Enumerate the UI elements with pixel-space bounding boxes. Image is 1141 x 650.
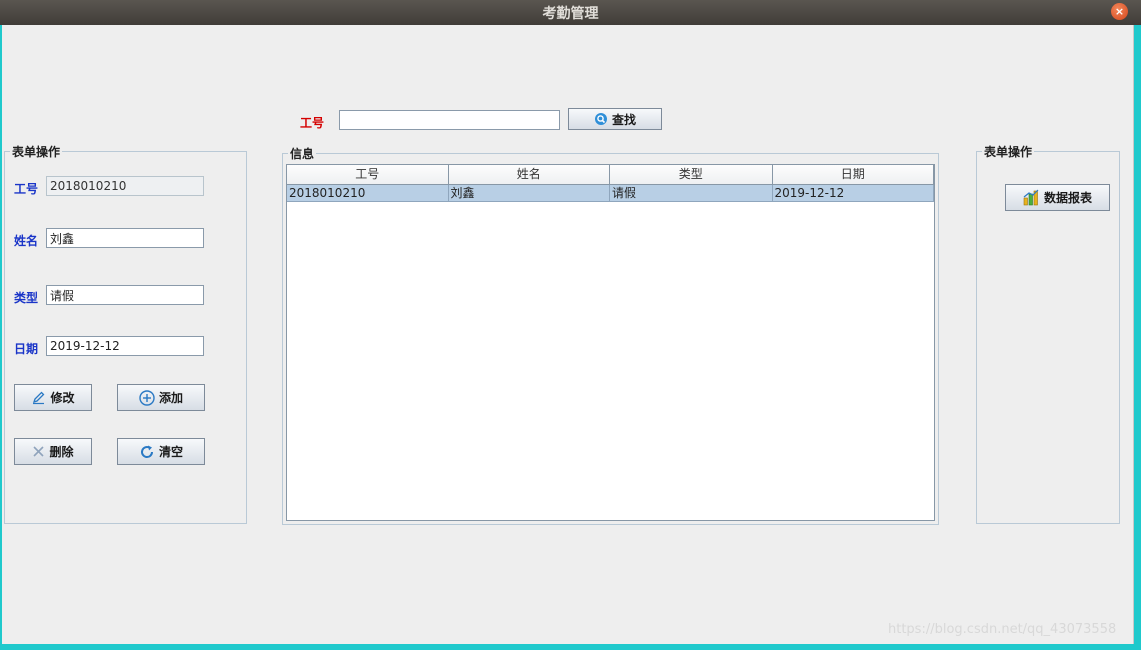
column-header-employee-id[interactable]: 工号 (287, 165, 449, 185)
info-panel: 信息 工号 姓名 类型 日期 2018010210 刘鑫 请假 2019-12-… (282, 145, 939, 525)
pencil-icon (31, 390, 46, 405)
search-button-label: 查找 (611, 112, 636, 127)
type-label: 类型 (14, 291, 39, 305)
plus-circle-icon (139, 389, 155, 406)
right-form-panel: 表单操作 数据报表 (976, 143, 1120, 524)
type-field[interactable] (46, 285, 204, 305)
table-cell: 请假 (610, 185, 773, 202)
search-label: 工号 (300, 116, 325, 130)
close-icon: × (1114, 5, 1125, 18)
column-header-type[interactable]: 类型 (610, 165, 773, 185)
table-cell: 2018010210 (287, 185, 449, 202)
x-icon (32, 445, 45, 458)
delete-button-label: 删除 (49, 445, 74, 459)
column-header-date[interactable]: 日期 (772, 165, 934, 185)
table-header: 工号 姓名 类型 日期 (287, 165, 934, 185)
add-button-label: 添加 (158, 391, 183, 405)
info-panel-title: 信息 (288, 145, 317, 162)
title-bar: 考勤管理 × (0, 0, 1141, 25)
date-field[interactable] (46, 336, 204, 356)
date-label: 日期 (14, 342, 39, 356)
name-field[interactable] (46, 228, 204, 248)
data-report-button[interactable]: 数据报表 (1005, 184, 1110, 211)
table-cell: 刘鑫 (448, 185, 610, 202)
name-label: 姓名 (14, 234, 39, 248)
left-panel-title: 表单操作 (10, 143, 63, 160)
refresh-icon (139, 444, 155, 460)
left-form-panel: 表单操作 工号 姓名 类型 日期 修改 添加 删除 (4, 143, 247, 524)
right-panel-title: 表单操作 (982, 143, 1035, 160)
info-table: 工号 姓名 类型 日期 2018010210 刘鑫 请假 2019-12-12 (286, 164, 935, 521)
column-header-name[interactable]: 姓名 (448, 165, 610, 185)
window-edge (1133, 25, 1134, 644)
search-icon (594, 112, 608, 126)
table-row[interactable]: 2018010210 刘鑫 请假 2019-12-12 (287, 185, 934, 202)
edit-button-label: 修改 (50, 391, 75, 405)
edit-button[interactable]: 修改 (14, 384, 92, 411)
employee-id-label: 工号 (14, 182, 39, 196)
clear-button-label: 清空 (158, 445, 183, 459)
close-button[interactable]: × (1111, 3, 1128, 20)
main-window: 工号 查找 表单操作 工号 姓名 类型 日期 修改 添加 (2, 25, 1134, 644)
delete-button[interactable]: 删除 (14, 438, 92, 465)
bar-chart-icon (1023, 189, 1040, 206)
clear-button[interactable]: 清空 (117, 438, 205, 465)
employee-id-field[interactable] (46, 176, 204, 196)
data-report-button-label: 数据报表 (1043, 191, 1092, 205)
search-button[interactable]: 查找 (568, 108, 662, 130)
table-cell: 2019-12-12 (772, 185, 934, 202)
window-title: 考勤管理 (542, 6, 599, 22)
watermark-text: https://blog.csdn.net/qq_43073558 (888, 622, 1117, 637)
add-button[interactable]: 添加 (117, 384, 205, 411)
search-input[interactable] (339, 110, 560, 130)
